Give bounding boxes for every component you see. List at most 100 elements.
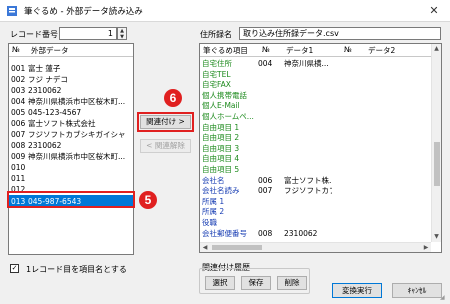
mapping-item-no: 004 [258, 59, 273, 68]
mapping-row[interactable]: 個人ホームペ... [200, 112, 440, 123]
scroll-down-icon[interactable]: ▼ [432, 232, 441, 242]
mapping-item-name: 自由項目 2 [202, 133, 240, 143]
row-text: フジソフトカブシキガイシャ [28, 130, 126, 139]
mapping-item-name: 自宅住所 [202, 59, 232, 68]
mapping-item-name: 自由項目 3 [202, 143, 240, 153]
mapping-item-name: 所属 2 [202, 207, 225, 217]
row-number: 001 [11, 64, 26, 73]
mapping-item-name: 会社名 [202, 175, 225, 185]
app-icon [7, 6, 17, 16]
mapping-row[interactable]: 自宅住所 004 神奈川県横... [200, 59, 440, 70]
spin-down-icon[interactable]: ▼ [118, 34, 126, 40]
mapping-row[interactable]: 会社郵便番号 008 2310062 [200, 229, 440, 240]
highlight-box-5 [7, 191, 135, 208]
row-number: 009 [11, 152, 26, 161]
list-item[interactable]: 011 [9, 173, 133, 184]
row-number: 005 [11, 108, 26, 117]
list-item[interactable]: 008 2310062 [9, 140, 133, 151]
row-number: 010 [11, 163, 26, 172]
scroll-thumb[interactable] [434, 142, 440, 186]
scroll-up-icon[interactable]: ▲ [432, 44, 441, 54]
mapping-row[interactable]: 自宅TEL [200, 70, 440, 81]
list-item[interactable]: 002 フジ ナデコ [9, 74, 133, 85]
row-text: 神奈川県横浜市中区桜木町... [28, 152, 126, 161]
hscroll-thumb[interactable] [212, 245, 262, 250]
mapping-item-data: 富士ソフト株... [284, 175, 332, 185]
row-number: 007 [11, 130, 26, 139]
record-number-spinner[interactable]: ▲ ▼ [117, 27, 127, 40]
row-number: 004 [11, 97, 26, 106]
mapping-item-data: フジソフトカブシ... [284, 186, 332, 196]
list-item[interactable]: 007 フジソフトカブシキガイシャ [9, 129, 133, 140]
mapping-item-data: 神奈川県横... [284, 59, 329, 68]
mapping-row[interactable]: 個人E-Mail [200, 101, 440, 112]
step-badge-5: 5 [139, 191, 157, 209]
history-select-button[interactable]: 選択 [205, 276, 235, 290]
row-text: 2310062 [28, 141, 62, 150]
external-data-list-header: № 外部データ [9, 44, 133, 57]
mapping-row[interactable]: 所属 1 [200, 197, 440, 208]
mapping-item-name: 会社名読み [202, 186, 240, 196]
mapping-row[interactable]: 個人携帯電話 [200, 91, 440, 102]
mapping-row[interactable]: 自由項目 3 [200, 144, 440, 155]
first-record-as-header-checkbox[interactable]: ✓ [10, 264, 19, 273]
cancel-button[interactable]: ｷｬﾝｾﾙ [392, 283, 442, 298]
step-badge-6: 6 [164, 89, 182, 107]
unassociate-button[interactable]: < 関連解除 [140, 139, 191, 153]
mapping-item-name: 会社郵便番号 [202, 228, 247, 238]
header-data-2: データ2 [368, 46, 396, 55]
mapping-row[interactable]: 自由項目 1 [200, 123, 440, 134]
list-item[interactable]: 010 [9, 162, 133, 173]
list-item[interactable]: 009 神奈川県横浜市中区桜木町... [9, 151, 133, 162]
mapping-vertical-scrollbar[interactable]: ▲ ▼ [431, 44, 441, 242]
row-text: 045-123-4567 [28, 108, 82, 117]
mapping-row[interactable]: 会社名 006 富士ソフト株... [200, 176, 440, 187]
mapping-item-name: 自由項目 4 [202, 154, 240, 164]
row-number: 011 [11, 174, 26, 183]
row-text: フジ ナデコ [28, 75, 68, 84]
header-no-2: № [344, 45, 352, 54]
mapping-item-no: 006 [258, 175, 273, 185]
mapping-row[interactable]: 会社名読み 007 フジソフトカブシ... [200, 186, 440, 197]
list-item[interactable]: 006 富士ソフト株式会社 [9, 118, 133, 129]
header-data-1: データ1 [286, 46, 314, 55]
close-icon[interactable]: ✕ [418, 0, 450, 22]
mapping-item-name: 所属 1 [202, 196, 225, 206]
list-item[interactable]: 005 045-123-4567 [9, 107, 133, 118]
address-book-name-input[interactable]: 取り込み住所録データ.csv [239, 27, 441, 40]
header-no-1: № [262, 45, 270, 54]
history-delete-button[interactable]: 削除 [277, 276, 307, 290]
field-mapping-grid[interactable]: 筆ぐるめ項目 № データ1 № データ2 自宅住所 004 神奈川県横... 自宅TE… [199, 43, 442, 253]
history-save-button[interactable]: 保存 [241, 276, 271, 290]
list-item[interactable]: 003 2310062 [9, 85, 133, 96]
mapping-row[interactable]: 役職 [200, 218, 440, 229]
scroll-right-icon[interactable]: ▶ [421, 243, 431, 252]
mapping-row[interactable]: 自宅FAX [200, 80, 440, 91]
record-number-input[interactable]: 1 [59, 27, 117, 40]
mapping-row[interactable]: 自由項目 5 [200, 165, 440, 176]
mapping-horizontal-scrollbar[interactable]: ◀ ▶ [200, 242, 431, 252]
resize-grip-icon[interactable]: ◢ [440, 294, 448, 302]
header-item: 筆ぐるめ項目 [203, 46, 248, 55]
title-bar: 筆ぐるめ - 外部データ読み込み ✕ [0, 0, 450, 22]
address-book-name-label: 住所録名 [200, 30, 232, 39]
mapping-row[interactable]: 所属 2 [200, 207, 440, 218]
mapping-item-no: 007 [258, 186, 273, 196]
first-record-as-header-label: 1レコード目を項目名とする [26, 265, 127, 274]
list-item[interactable]: 004 神奈川県横浜市中区桜木町... [9, 96, 133, 107]
mapping-item-name: 個人携帯電話 [202, 90, 247, 100]
mapping-row[interactable]: 自由項目 4 [200, 154, 440, 165]
row-text: 神奈川県横浜市中区桜木町... [28, 97, 126, 106]
convert-execute-button[interactable]: 変換実行 [332, 283, 382, 298]
row-number: 003 [11, 86, 26, 95]
row-number: 002 [11, 75, 26, 84]
associate-button[interactable]: 関連付け > [140, 115, 191, 129]
row-text: 2310062 [28, 86, 62, 95]
external-data-list[interactable]: № 外部データ 001 富士 蓮子 002 フジ ナデコ 003 2310062 004 神奈… [8, 43, 134, 255]
mapping-item-name: 役職 [202, 218, 217, 227]
list-item[interactable]: 001 富士 蓮子 [9, 63, 133, 74]
column-external-data-header: 外部データ [31, 46, 69, 55]
column-no-header: № [12, 45, 20, 54]
mapping-row[interactable]: 自由項目 2 [200, 133, 440, 144]
scroll-left-icon[interactable]: ◀ [200, 243, 210, 252]
